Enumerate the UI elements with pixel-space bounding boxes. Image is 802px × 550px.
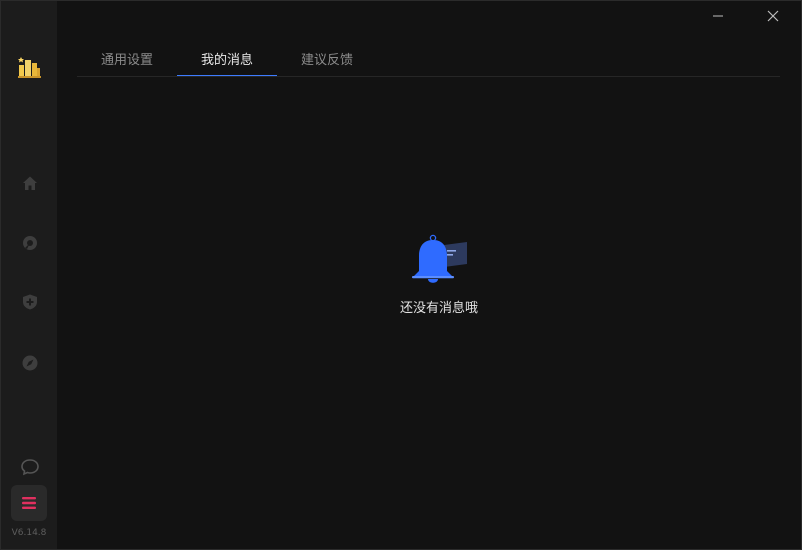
- menu-button[interactable]: [11, 485, 47, 521]
- tab-feedback[interactable]: 建议反馈: [277, 48, 377, 75]
- minimize-button[interactable]: [708, 6, 728, 26]
- compass-icon[interactable]: [19, 352, 41, 374]
- shield-plus-icon[interactable]: [19, 291, 41, 313]
- app-window: [0, 0, 802, 550]
- empty-state-message: 还没有消息哦: [399, 301, 478, 316]
- home-icon[interactable]: [19, 172, 41, 194]
- tab-my-messages[interactable]: 我的消息: [177, 48, 277, 76]
- city-logo-icon: [18, 57, 41, 78]
- sidebar: V6.14.8: [1, 1, 57, 549]
- close-icon: [767, 10, 779, 22]
- chat-bubble-icon[interactable]: [19, 456, 41, 478]
- minimize-icon: [713, 15, 723, 17]
- tab-general-settings[interactable]: 通用设置: [77, 48, 177, 75]
- version-label: V6.14.8: [11, 528, 47, 538]
- bell-message-icon: [412, 234, 467, 283]
- close-button[interactable]: [763, 6, 783, 26]
- tab-bar: 通用设置 我的消息 建议反馈: [77, 48, 780, 77]
- hamburger-menu-icon: [22, 497, 36, 509]
- speed-icon[interactable]: [19, 232, 41, 254]
